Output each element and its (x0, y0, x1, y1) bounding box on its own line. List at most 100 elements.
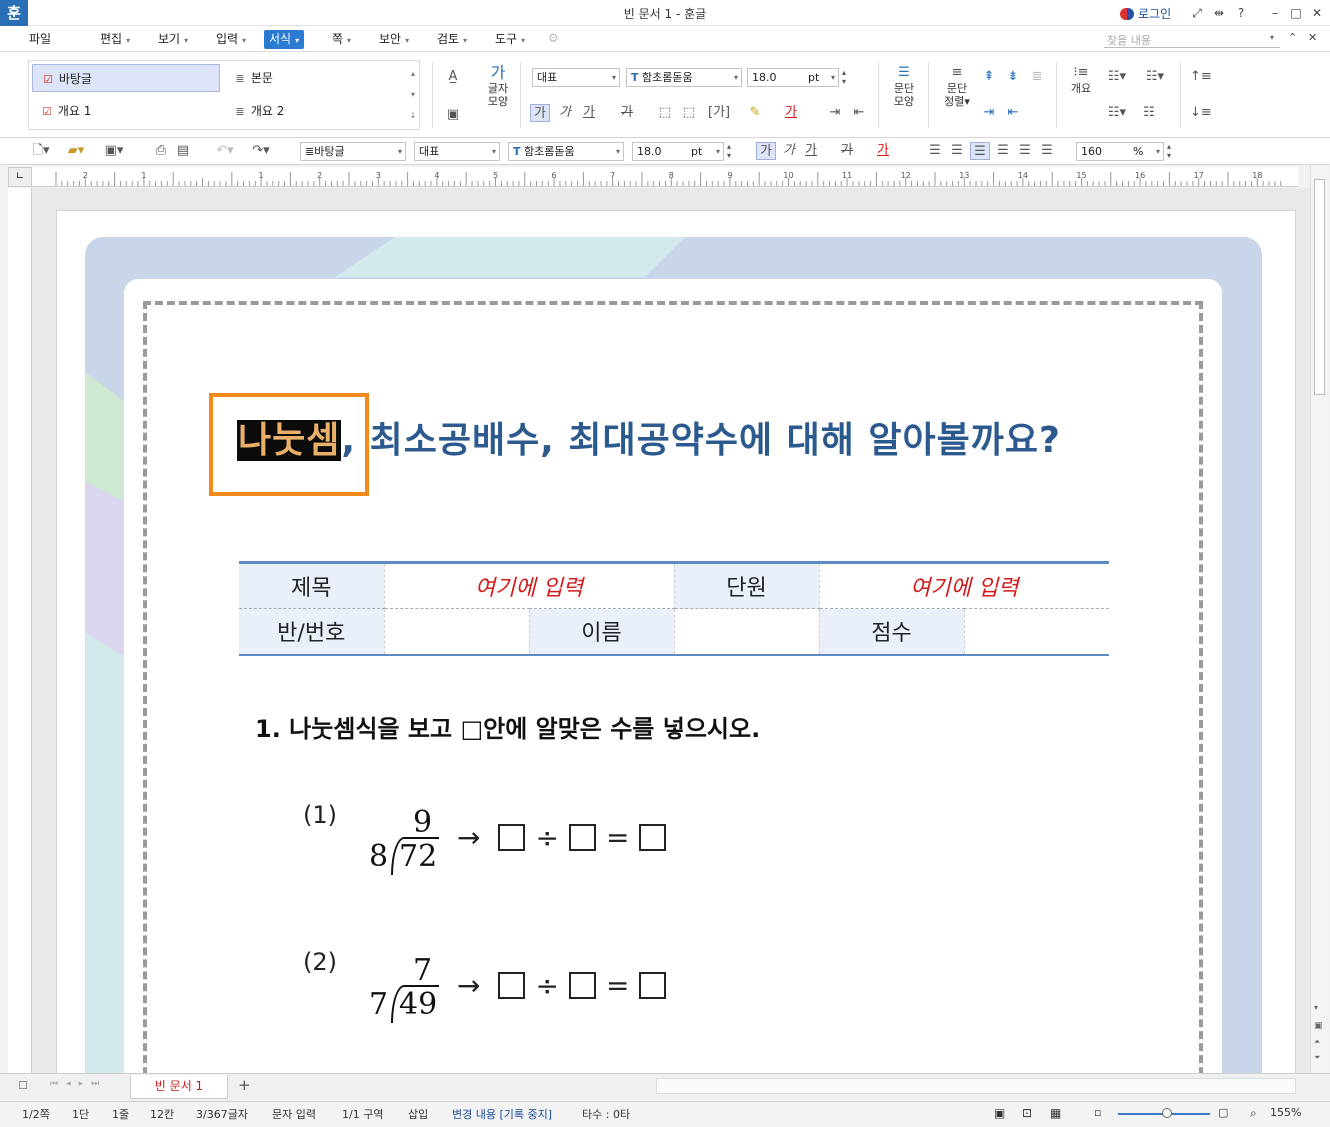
menu-insert[interactable]: 입력 ▾ (211, 30, 251, 49)
sort-asc-icon[interactable]: ↑≡ (1190, 68, 1212, 86)
scroll-thumb[interactable] (1314, 179, 1325, 395)
save-icon[interactable]: ▣▾ (100, 142, 128, 160)
style-scroll[interactable]: ▴ ▾ ↓ (407, 63, 419, 127)
answer-box[interactable] (498, 824, 526, 851)
class-number-cell[interactable] (384, 608, 530, 655)
view-normal-icon[interactable]: ▣ (994, 1106, 1005, 1120)
answer-box[interactable] (639, 824, 667, 851)
print-icon[interactable]: ⎙ (152, 142, 170, 160)
ribbon-collapse-icon[interactable]: ⌃ (1288, 31, 1297, 44)
highlight-icon[interactable]: ✎ (746, 104, 764, 122)
bullet-list-icon[interactable]: ☷▾ (1102, 68, 1132, 86)
status-insert[interactable]: 삽입 (408, 1106, 428, 1122)
new-doc-icon[interactable]: 🗋▾ (28, 142, 54, 160)
answer-box[interactable] (568, 972, 596, 999)
unit-input-cell[interactable]: 여기에 입력 (819, 562, 1109, 609)
toolbar-underline-button[interactable]: 가 (802, 142, 820, 160)
font-color-button[interactable]: 가 (782, 104, 800, 122)
outline-button[interactable]: ⁝≡ 개요 (1066, 64, 1096, 95)
horizontal-ruler[interactable]: 2 1 1 2 3 4 5 6 7 8 9 10 11 12 13 14 15 16 17 18 (32, 167, 1298, 187)
preview-icon[interactable]: ▤ (174, 142, 192, 160)
answer-box[interactable] (498, 972, 526, 999)
align-center-icon[interactable]: ☰ (970, 142, 990, 160)
add-tab-button[interactable]: + (238, 1076, 251, 1094)
style-select[interactable]: ≣바탕글 ▾ (300, 142, 406, 161)
menu-file[interactable]: 파일 (24, 30, 56, 49)
status-track-changes[interactable]: 변경 내용 [기록 중지] (452, 1106, 552, 1122)
page-view-icon[interactable]: ▣ (1314, 1021, 1323, 1031)
sort-desc-icon[interactable]: ↓≡ (1190, 104, 1212, 122)
indent-icon[interactable]: ⇤ (1004, 104, 1022, 122)
list-level-icon[interactable]: ☷ (1140, 104, 1158, 122)
menu-format[interactable]: 서식 ▾ (264, 30, 305, 49)
style-item-batanggeul[interactable]: ☑ 바탕글 (32, 64, 220, 92)
font-name-select[interactable]: T 함초롬돋움 ▾ (626, 68, 742, 87)
style-manager-icon[interactable]: ▣ (444, 106, 462, 124)
style-item-outline2[interactable]: ≣ 개요 2 (225, 97, 405, 125)
char-shape-button[interactable]: 가 글자 모양 (484, 64, 512, 109)
scroll-down-icon[interactable]: ▾ (1314, 1003, 1318, 1012)
picture-bullet-icon[interactable]: ☷▾ (1102, 104, 1132, 122)
name-cell[interactable] (674, 608, 820, 655)
align-distribute-icon[interactable]: ☰ (1016, 142, 1034, 160)
underline-button[interactable]: 가 (580, 104, 598, 122)
para-align-button[interactable]: ≡ 문단 정렬▾ (940, 64, 974, 108)
vertical-scrollbar[interactable]: ▾ ▣ ⏶ ⏷ (1310, 165, 1328, 1073)
magnifier-icon[interactable]: ⌕ (1250, 1106, 1257, 1121)
zoom-input[interactable]: 160% ▾ (1076, 142, 1164, 161)
menu-review[interactable]: 검토 ▾ (432, 30, 472, 49)
bold-button[interactable]: 가 (530, 104, 550, 122)
horizontal-scrollbar[interactable] (656, 1078, 1296, 1094)
menu-tools[interactable]: 도구 ▾ (490, 30, 530, 49)
line-spacing-icon[interactable]: ≣ (1028, 68, 1046, 86)
open-folder-icon[interactable]: ▰▾ (62, 142, 90, 160)
toolbar-font-size-input[interactable]: 18.0 pt ▾ (632, 142, 724, 161)
style-item-outline1[interactable]: ☑ 개요 1 (32, 97, 220, 125)
toolbar-italic-button[interactable]: 가 (780, 142, 798, 160)
menu-security[interactable]: 보안 ▾ (374, 30, 414, 49)
indent-increase-icon[interactable]: ⇞ (980, 68, 998, 86)
menu-page[interactable]: 쪽 ▾ (327, 30, 356, 49)
toolbar-font-color-button[interactable]: 가 (874, 142, 892, 160)
zoom-spinner[interactable]: ▴ ▾ (1167, 142, 1171, 160)
number-list-icon[interactable]: ☷▾ (1140, 68, 1170, 86)
title-input-cell[interactable]: 여기에 입력 (384, 562, 675, 609)
extra-icon[interactable]: ⚙ (548, 31, 559, 45)
vertical-ruler[interactable] (8, 188, 32, 1073)
score-cell[interactable] (964, 608, 1109, 655)
font-size-spinner[interactable]: ▴ ▾ (842, 68, 846, 86)
para-shape-button[interactable]: ☰ 문단 모양 (888, 64, 920, 108)
toolbar-strike-button[interactable]: 가 (838, 142, 856, 160)
align-justify-icon[interactable]: ☰ (926, 142, 944, 160)
add-style-icon[interactable]: A̲ (444, 68, 462, 86)
answer-box[interactable] (639, 972, 667, 999)
undo-icon[interactable]: ↶▾ (212, 142, 238, 160)
login-button[interactable]: 로그인 (1120, 5, 1171, 22)
align-divide-icon[interactable]: ☰ (1038, 142, 1056, 160)
emboss-char-icon[interactable]: ⬚ (680, 104, 698, 122)
strike-button[interactable]: 가 (618, 104, 636, 122)
char-spacing-wide-icon[interactable]: ⇤ (850, 104, 868, 122)
font-size-input[interactable]: 18.0 pt ▾ (747, 68, 839, 87)
prev-page-icon[interactable]: ⏶ (1314, 1037, 1320, 1047)
tab-nav-icons[interactable]: ⏮◂▸⏭ (50, 1079, 107, 1089)
status-page[interactable]: 1/2쪽 (22, 1106, 50, 1122)
view-fit-icon[interactable]: ⊡ (1022, 1106, 1032, 1120)
outline-char-icon[interactable]: ⬚ (656, 104, 674, 122)
view-page-icon[interactable]: ▦ (1050, 1106, 1061, 1120)
help-button[interactable]: ? (1232, 4, 1250, 22)
indent-decrease-icon[interactable]: ⇟ (1004, 68, 1022, 86)
menu-edit[interactable]: 편집 ▾ (95, 30, 135, 49)
find-input[interactable]: 찾을 내용 (1104, 32, 1280, 48)
outdent-icon[interactable]: ⇥ (980, 104, 998, 122)
align-right-icon[interactable]: ☰ (994, 142, 1012, 160)
toolbar-font-name-select[interactable]: T 함초롬돋움 ▾ (508, 142, 624, 161)
style-item-body[interactable]: ≣ 본문 (225, 64, 405, 92)
status-input-mode[interactable]: 문자 입력 (272, 1106, 316, 1122)
close-icon[interactable]: ✕ (1308, 4, 1326, 22)
find-dropdown-icon[interactable]: ▾ (1270, 33, 1274, 42)
char-border-icon[interactable]: [가] (708, 104, 730, 122)
question-1[interactable]: 1. 나눗셈식을 보고 □안에 알맞은 수를 넣으시오. (255, 709, 760, 744)
restore-icon[interactable]: □ (1287, 4, 1305, 22)
align-left-icon[interactable]: ☰ (948, 142, 966, 160)
